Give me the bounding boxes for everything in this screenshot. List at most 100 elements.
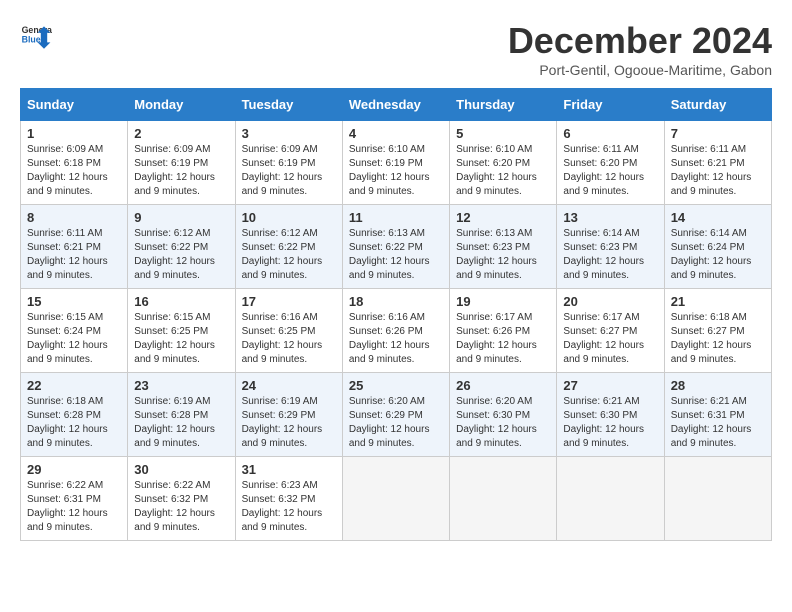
day-info: Sunrise: 6:17 AMSunset: 6:26 PMDaylight:… bbox=[456, 311, 550, 367]
day-info: Sunrise: 6:12 AMSunset: 6:22 PMDaylight:… bbox=[134, 227, 228, 283]
calendar-cell: 31 Sunrise: 6:23 AMSunset: 6:32 PMDayligh… bbox=[235, 457, 342, 541]
day-number: 18 bbox=[349, 294, 443, 309]
calendar-cell: 30 Sunrise: 6:22 AMSunset: 6:32 PMDayligh… bbox=[128, 457, 235, 541]
day-info: Sunrise: 6:22 AMSunset: 6:32 PMDaylight:… bbox=[134, 479, 228, 535]
day-info: Sunrise: 6:19 AMSunset: 6:29 PMDaylight:… bbox=[242, 395, 336, 451]
day-number: 15 bbox=[27, 294, 121, 309]
day-info: Sunrise: 6:09 AMSunset: 6:19 PMDaylight:… bbox=[242, 143, 336, 199]
subtitle: Port-Gentil, Ogooue-Maritime, Gabon bbox=[508, 62, 772, 78]
calendar-cell: 3Sunrise: 6:09 AMSunset: 6:19 PMDaylight… bbox=[235, 121, 342, 205]
day-info: Sunrise: 6:18 AMSunset: 6:28 PMDaylight:… bbox=[27, 395, 121, 451]
day-number: 8 bbox=[27, 210, 121, 225]
column-header-saturday: Saturday bbox=[664, 89, 771, 121]
calendar-cell: 18 Sunrise: 6:16 AMSunset: 6:26 PMDayligh… bbox=[342, 289, 449, 373]
day-number: 22 bbox=[27, 378, 121, 393]
day-info: Sunrise: 6:18 AMSunset: 6:27 PMDaylight:… bbox=[671, 311, 765, 367]
day-number: 9 bbox=[134, 210, 228, 225]
calendar-cell: 24 Sunrise: 6:19 AMSunset: 6:29 PMDayligh… bbox=[235, 373, 342, 457]
calendar-cell: 10Sunrise: 6:12 AMSunset: 6:22 PMDayligh… bbox=[235, 205, 342, 289]
calendar-cell: 1 Sunrise: 6:09 AMSunset: 6:18 PMDaylight… bbox=[21, 121, 128, 205]
logo-icon: General Blue bbox=[20, 20, 52, 52]
calendar-cell: 7 Sunrise: 6:11 AMSunset: 6:21 PMDaylight… bbox=[664, 121, 771, 205]
column-header-sunday: Sunday bbox=[21, 89, 128, 121]
day-number: 23 bbox=[134, 378, 228, 393]
column-header-monday: Monday bbox=[128, 89, 235, 121]
calendar-cell: 17 Sunrise: 6:16 AMSunset: 6:25 PMDayligh… bbox=[235, 289, 342, 373]
calendar-table: SundayMondayTuesdayWednesdayThursdayFrid… bbox=[20, 88, 772, 541]
day-number: 26 bbox=[456, 378, 550, 393]
day-info: Sunrise: 6:20 AMSunset: 6:29 PMDaylight:… bbox=[349, 395, 443, 451]
day-number: 12 bbox=[456, 210, 550, 225]
day-number: 25 bbox=[349, 378, 443, 393]
day-info: Sunrise: 6:21 AMSunset: 6:30 PMDaylight:… bbox=[563, 395, 657, 451]
day-info: Sunrise: 6:20 AMSunset: 6:30 PMDaylight:… bbox=[456, 395, 550, 451]
calendar-cell: 29Sunrise: 6:22 AMSunset: 6:31 PMDayligh… bbox=[21, 457, 128, 541]
calendar-cell bbox=[342, 457, 449, 541]
week-row-3: 15Sunrise: 6:15 AMSunset: 6:24 PMDayligh… bbox=[21, 289, 772, 373]
day-info: Sunrise: 6:10 AMSunset: 6:20 PMDaylight:… bbox=[456, 143, 550, 199]
day-info: Sunrise: 6:21 AMSunset: 6:31 PMDaylight:… bbox=[671, 395, 765, 451]
calendar-cell bbox=[450, 457, 557, 541]
day-number: 7 bbox=[671, 126, 765, 141]
column-header-tuesday: Tuesday bbox=[235, 89, 342, 121]
day-info: Sunrise: 6:14 AMSunset: 6:23 PMDaylight:… bbox=[563, 227, 657, 283]
day-number: 16 bbox=[134, 294, 228, 309]
calendar-cell: 12 Sunrise: 6:13 AMSunset: 6:23 PMDayligh… bbox=[450, 205, 557, 289]
calendar-cell: 2Sunrise: 6:09 AMSunset: 6:19 PMDaylight… bbox=[128, 121, 235, 205]
calendar-cell: 23Sunrise: 6:19 AMSunset: 6:28 PMDayligh… bbox=[128, 373, 235, 457]
day-number: 28 bbox=[671, 378, 765, 393]
calendar-cell: 27 Sunrise: 6:21 AMSunset: 6:30 PMDayligh… bbox=[557, 373, 664, 457]
calendar-cell: 8 Sunrise: 6:11 AMSunset: 6:21 PMDaylight… bbox=[21, 205, 128, 289]
day-number: 5 bbox=[456, 126, 550, 141]
day-number: 21 bbox=[671, 294, 765, 309]
calendar-cell: 9 Sunrise: 6:12 AMSunset: 6:22 PMDaylight… bbox=[128, 205, 235, 289]
calendar-cell bbox=[557, 457, 664, 541]
day-number: 29 bbox=[27, 462, 121, 477]
calendar-cell: 14 Sunrise: 6:14 AMSunset: 6:24 PMDayligh… bbox=[664, 205, 771, 289]
day-number: 31 bbox=[242, 462, 336, 477]
day-number: 14 bbox=[671, 210, 765, 225]
day-info: Sunrise: 6:13 AMSunset: 6:23 PMDaylight:… bbox=[456, 227, 550, 283]
header-row: SundayMondayTuesdayWednesdayThursdayFrid… bbox=[21, 89, 772, 121]
day-number: 27 bbox=[563, 378, 657, 393]
day-info: Sunrise: 6:09 AMSunset: 6:19 PMDaylight:… bbox=[134, 143, 228, 199]
day-info: Sunrise: 6:17 AMSunset: 6:27 PMDaylight:… bbox=[563, 311, 657, 367]
day-info: Sunrise: 6:10 AMSunset: 6:19 PMDaylight:… bbox=[349, 143, 443, 199]
page-header: General Blue December 2024 Port-Gentil, … bbox=[20, 20, 772, 78]
calendar-cell: 19 Sunrise: 6:17 AMSunset: 6:26 PMDayligh… bbox=[450, 289, 557, 373]
calendar-cell: 13Sunrise: 6:14 AMSunset: 6:23 PMDayligh… bbox=[557, 205, 664, 289]
week-row-2: 8 Sunrise: 6:11 AMSunset: 6:21 PMDaylight… bbox=[21, 205, 772, 289]
calendar-cell: 6Sunrise: 6:11 AMSunset: 6:20 PMDaylight… bbox=[557, 121, 664, 205]
week-row-1: 1 Sunrise: 6:09 AMSunset: 6:18 PMDaylight… bbox=[21, 121, 772, 205]
calendar-cell: 20 Sunrise: 6:17 AMSunset: 6:27 PMDayligh… bbox=[557, 289, 664, 373]
day-info: Sunrise: 6:11 AMSunset: 6:21 PMDaylight:… bbox=[671, 143, 765, 199]
month-title: December 2024 bbox=[508, 20, 772, 62]
day-info: Sunrise: 6:12 AMSunset: 6:22 PMDaylight:… bbox=[242, 227, 336, 283]
day-number: 24 bbox=[242, 378, 336, 393]
column-header-friday: Friday bbox=[557, 89, 664, 121]
day-info: Sunrise: 6:16 AMSunset: 6:25 PMDaylight:… bbox=[242, 311, 336, 367]
calendar-cell: 11Sunrise: 6:13 AMSunset: 6:22 PMDayligh… bbox=[342, 205, 449, 289]
calendar-cell: 21 Sunrise: 6:18 AMSunset: 6:27 PMDayligh… bbox=[664, 289, 771, 373]
day-info: Sunrise: 6:11 AMSunset: 6:20 PMDaylight:… bbox=[563, 143, 657, 199]
day-info: Sunrise: 6:14 AMSunset: 6:24 PMDaylight:… bbox=[671, 227, 765, 283]
day-number: 20 bbox=[563, 294, 657, 309]
week-row-5: 29Sunrise: 6:22 AMSunset: 6:31 PMDayligh… bbox=[21, 457, 772, 541]
day-number: 11 bbox=[349, 210, 443, 225]
day-info: Sunrise: 6:09 AMSunset: 6:18 PMDaylight:… bbox=[27, 143, 121, 199]
day-info: Sunrise: 6:23 AMSunset: 6:32 PMDaylight:… bbox=[242, 479, 336, 535]
day-number: 1 bbox=[27, 126, 121, 141]
day-info: Sunrise: 6:16 AMSunset: 6:26 PMDaylight:… bbox=[349, 311, 443, 367]
day-number: 17 bbox=[242, 294, 336, 309]
calendar-cell: 26 Sunrise: 6:20 AMSunset: 6:30 PMDayligh… bbox=[450, 373, 557, 457]
day-info: Sunrise: 6:15 AMSunset: 6:25 PMDaylight:… bbox=[134, 311, 228, 367]
calendar-cell: 16 Sunrise: 6:15 AMSunset: 6:25 PMDayligh… bbox=[128, 289, 235, 373]
svg-text:General: General bbox=[22, 25, 52, 35]
calendar-cell bbox=[664, 457, 771, 541]
calendar-cell: 28 Sunrise: 6:21 AMSunset: 6:31 PMDayligh… bbox=[664, 373, 771, 457]
title-area: December 2024 Port-Gentil, Ogooue-Mariti… bbox=[508, 20, 772, 78]
day-info: Sunrise: 6:11 AMSunset: 6:21 PMDaylight:… bbox=[27, 227, 121, 283]
day-number: 30 bbox=[134, 462, 228, 477]
day-number: 19 bbox=[456, 294, 550, 309]
calendar-cell: 15Sunrise: 6:15 AMSunset: 6:24 PMDayligh… bbox=[21, 289, 128, 373]
